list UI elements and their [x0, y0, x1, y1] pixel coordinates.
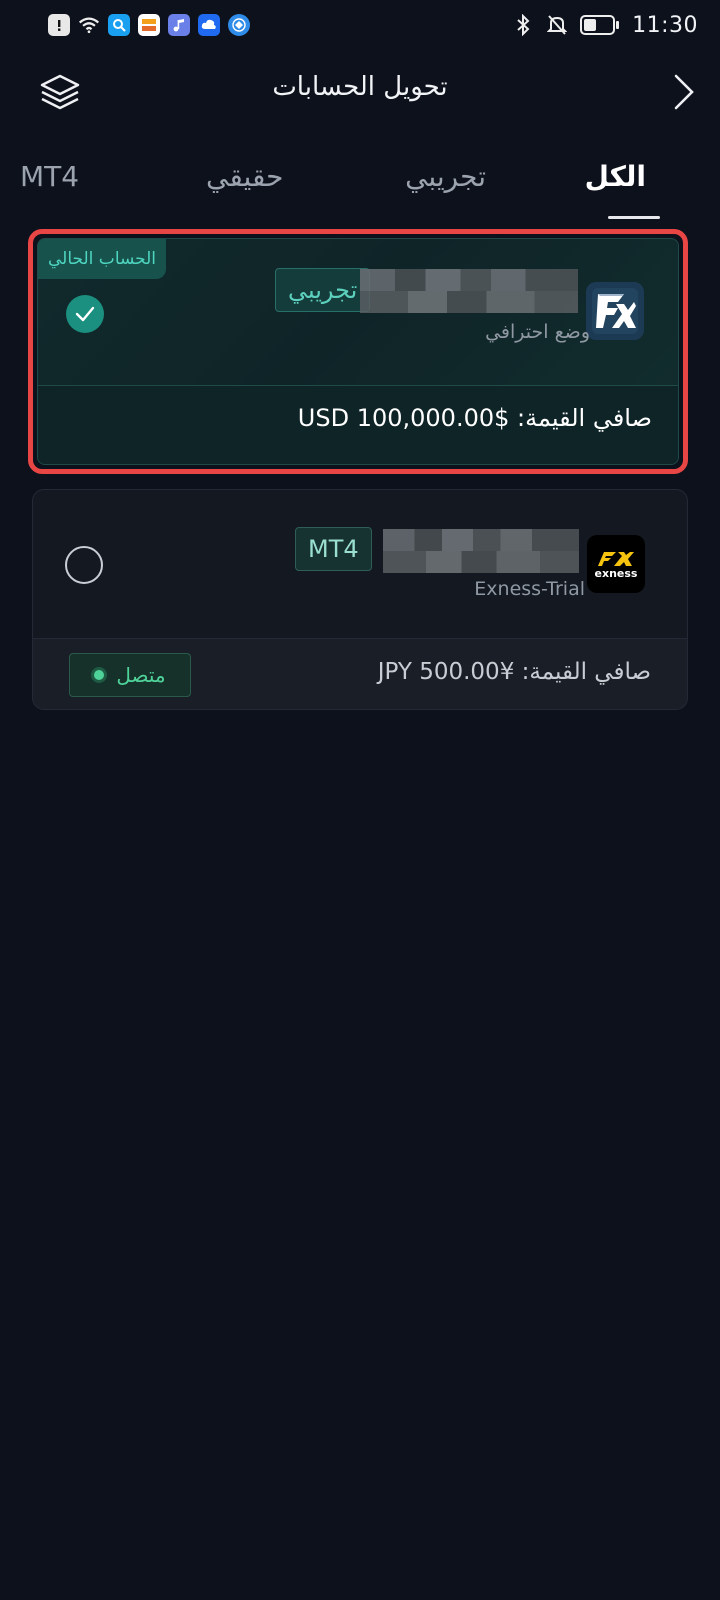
account-card-body: الحساب الحالي تجريبي وضع احترافي صافي ال…	[37, 238, 679, 465]
account-card-exness[interactable]: MT4 exness Exness-Trial صافي القيمة: ¥JP…	[32, 489, 688, 710]
account-card-footer: صافي القيمة: $USD 100,000.00	[38, 386, 678, 464]
exness-logo-text: exness	[594, 566, 638, 580]
masked-account-number	[360, 269, 578, 313]
account-card-footer: صافي القيمة: ¥JPY 500.00 متصل	[33, 638, 687, 709]
battery-icon	[580, 14, 620, 36]
tab-all[interactable]: الكل	[585, 160, 646, 193]
status-bar: 11:30	[0, 0, 720, 50]
current-account-badge: الحساب الحالي	[38, 239, 167, 279]
server-name-label: Exness-Trial	[474, 578, 585, 600]
mute-icon	[546, 14, 568, 36]
selected-check-icon[interactable]	[66, 295, 104, 333]
account-mode-label: وضع احترافي	[485, 321, 590, 343]
browser-app-icon	[228, 14, 250, 36]
broker-logo-exness: exness	[587, 535, 645, 593]
tab-real[interactable]: حقيقي	[206, 160, 283, 193]
broker-logo-fx	[586, 282, 644, 340]
tab-demo[interactable]: تجريبي	[405, 160, 486, 193]
cloud-app-icon	[198, 14, 220, 36]
status-label: متصل	[116, 663, 166, 687]
status-left-icons	[48, 14, 250, 36]
page-title: تحويل الحسابات	[272, 72, 448, 102]
masked-account-number	[383, 529, 579, 573]
net-value-label: صافي القيمة: ¥JPY 500.00	[377, 659, 651, 685]
nav-bar: تحويل الحسابات	[0, 60, 720, 124]
alert-icon	[48, 14, 70, 36]
select-radio[interactable]	[65, 546, 103, 584]
chevron-right-icon[interactable]	[670, 72, 698, 112]
filter-tabs: الكل تجريبي حقيقي MT4	[0, 150, 720, 220]
bluetooth-icon	[512, 14, 534, 36]
wifi-icon	[78, 14, 100, 36]
net-value-label: صافي القيمة: $USD 100,000.00	[297, 404, 652, 432]
platform-tag: MT4	[295, 527, 372, 571]
clock: 11:30	[632, 12, 698, 38]
account-card-current[interactable]: الحساب الحالي تجريبي وضع احترافي صافي ال…	[28, 229, 688, 474]
online-dot-icon	[94, 670, 105, 680]
status-right-icons: 11:30	[512, 13, 698, 38]
tab-mt4[interactable]: MT4	[20, 160, 79, 193]
music-app-icon	[168, 14, 190, 36]
search-app-icon	[108, 14, 130, 36]
account-type-tag: تجريبي	[275, 268, 371, 312]
gallery-app-icon	[138, 14, 160, 36]
connection-status-badge: متصل	[69, 653, 191, 697]
active-tab-indicator	[608, 216, 660, 219]
